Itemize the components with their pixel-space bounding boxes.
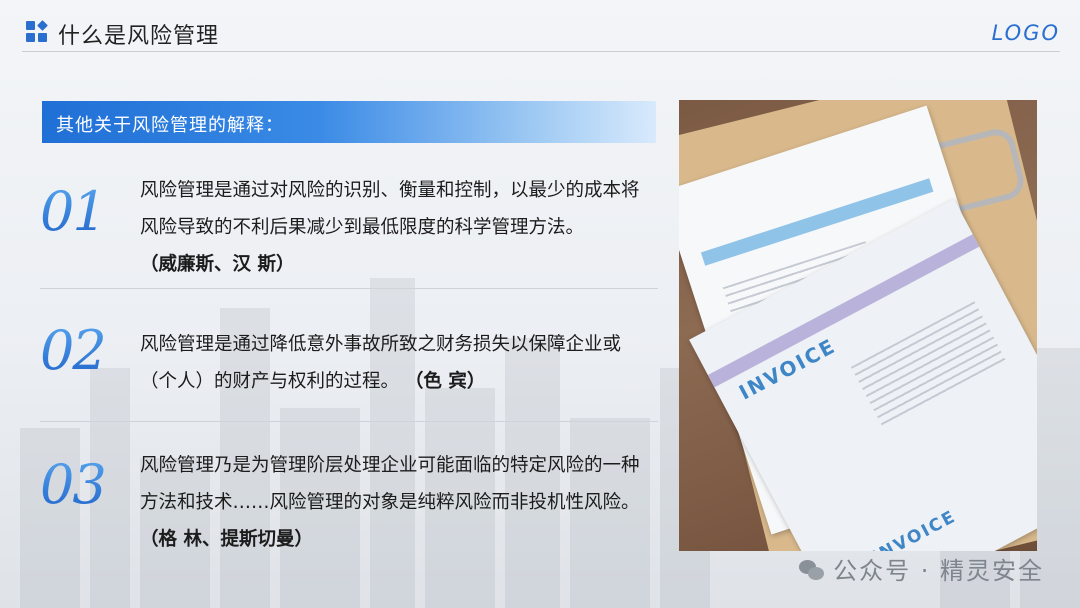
item-text: 风险管理乃是为管理阶层处理企业可能面临的特定风险的一种方法和技术……风险管理的对… <box>140 447 656 558</box>
item-divider <box>40 288 658 289</box>
item-source: （格 林、提斯切曼） <box>140 529 313 550</box>
item-text: 风险管理是通过降低意外事故所致之财务损失以保障企业或（个人）的财产与权利的过程。… <box>140 326 656 400</box>
item-number: 02 <box>40 319 130 382</box>
grid-icon <box>26 20 48 43</box>
wechat-icon <box>799 560 825 582</box>
item-number: 01 <box>40 180 130 243</box>
logo: LOGO <box>991 21 1060 45</box>
header-divider <box>22 51 1060 52</box>
watermark: 公众号 · 精灵安全 <box>799 551 1044 586</box>
invoice-label: INVOICE <box>868 506 960 551</box>
item-divider <box>40 421 658 422</box>
invoice-photo: INVOICE INVOICE <box>679 100 1037 551</box>
list-item-01: 01 风险管理是通过对风险的识别、衡量和控制，以最少的成本将风险导致的不利后果减… <box>40 170 658 280</box>
list-item-02: 02 风险管理是通过降低意外事故所致之财务损失以保障企业或（个人）的财产与权利的… <box>40 319 658 403</box>
section-banner: 其他关于风险管理的解释： <box>42 101 656 143</box>
item-source: （威廉斯、汉 斯） <box>140 254 295 275</box>
list-item-03: 03 风险管理乃是为管理阶层处理企业可能面临的特定风险的一种方法和技术……风险管… <box>40 447 658 557</box>
section-banner-text: 其他关于风险管理的解释： <box>56 115 284 136</box>
item-body: 风险管理是通过降低意外事故所致之财务损失以保障企业或（个人）的财产与权利的过程。 <box>140 334 622 392</box>
item-source: （色 宾） <box>404 371 486 392</box>
page-title: 什么是风险管理 <box>58 24 220 49</box>
item-number: 03 <box>40 453 130 516</box>
item-body: 风险管理乃是为管理阶层处理企业可能面临的特定风险的一种方法和技术……风险管理的对… <box>140 455 640 513</box>
item-text: 风险管理是通过对风险的识别、衡量和控制，以最少的成本将风险导致的不利后果减少到最… <box>140 172 656 283</box>
item-body: 风险管理是通过对风险的识别、衡量和控制，以最少的成本将风险导致的不利后果减少到最… <box>140 180 640 238</box>
watermark-text: 公众号 · 精灵安全 <box>833 557 1044 585</box>
header: 什么是风险管理 LOGO <box>0 0 1080 54</box>
